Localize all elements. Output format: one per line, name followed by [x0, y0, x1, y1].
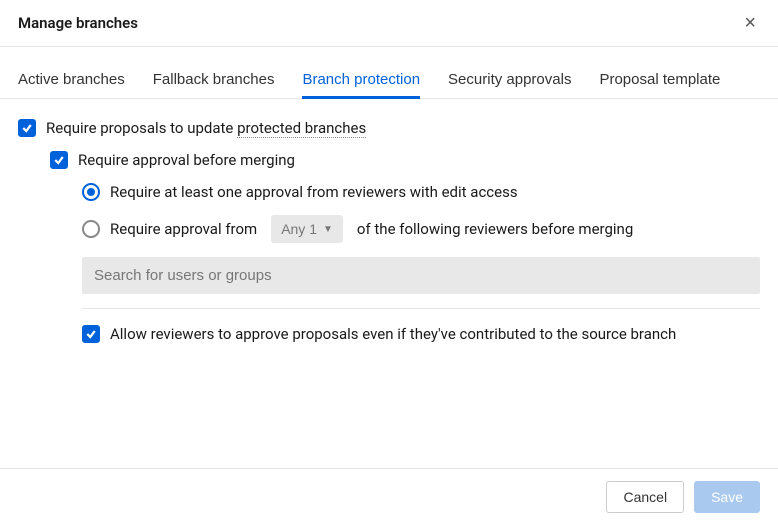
divider: [82, 308, 760, 309]
require-proposals-prefix: Require proposals to update: [46, 119, 237, 137]
dialog-footer: Cancel Save: [0, 468, 778, 525]
tab-security-approvals[interactable]: Security approvals: [448, 65, 571, 98]
protected-branches-term: protected branches: [237, 119, 366, 138]
close-icon: ×: [744, 12, 756, 34]
tab-active-branches[interactable]: Active branches: [18, 65, 125, 98]
allow-contributors-label: Allow reviewers to approve proposals eve…: [110, 325, 676, 343]
allow-contributors-checkbox[interactable]: [82, 325, 100, 343]
require-approval-label: Require approval before merging: [78, 151, 295, 169]
require-approval-row: Require approval before merging: [18, 151, 760, 169]
require-approval-checkbox[interactable]: [50, 151, 68, 169]
require-proposals-label: Require proposals to update protected br…: [46, 119, 366, 137]
check-icon: [21, 122, 33, 134]
require-from-radio[interactable]: [82, 220, 100, 238]
reviewer-count-label: Any 1: [281, 221, 317, 237]
close-button[interactable]: ×: [740, 13, 760, 33]
require-one-reviewer-row: Require at least one approval from revie…: [18, 183, 760, 201]
require-from-prefix: Require approval from: [110, 220, 257, 238]
require-one-reviewer-radio[interactable]: [82, 183, 100, 201]
dialog-title: Manage branches: [18, 14, 138, 32]
tabs-bar: Active branches Fallback branches Branch…: [0, 65, 778, 99]
tab-proposal-template[interactable]: Proposal template: [599, 65, 720, 98]
require-proposals-checkbox[interactable]: [18, 119, 36, 137]
radio-dot-icon: [87, 188, 95, 196]
require-one-reviewer-label: Require at least one approval from revie…: [110, 183, 518, 201]
require-from-suffix: of the following reviewers before mergin…: [357, 220, 633, 238]
tab-content: Require proposals to update protected br…: [0, 99, 778, 343]
check-icon: [85, 328, 97, 340]
save-button[interactable]: Save: [694, 481, 760, 513]
tab-branch-protection[interactable]: Branch protection: [302, 65, 420, 98]
chevron-down-icon: ▼: [323, 224, 333, 235]
require-proposals-row: Require proposals to update protected br…: [18, 119, 760, 137]
reviewer-count-select[interactable]: Any 1 ▼: [271, 215, 343, 243]
require-from-row: Require approval from Any 1 ▼ of the fol…: [18, 215, 760, 243]
dialog-header: Manage branches ×: [0, 0, 778, 47]
check-icon: [53, 154, 65, 166]
allow-contributors-row: Allow reviewers to approve proposals eve…: [18, 325, 760, 343]
cancel-button[interactable]: Cancel: [606, 481, 684, 513]
reviewer-search-input[interactable]: [82, 257, 760, 294]
tab-fallback-branches[interactable]: Fallback branches: [153, 65, 275, 98]
search-wrap: [18, 257, 760, 294]
